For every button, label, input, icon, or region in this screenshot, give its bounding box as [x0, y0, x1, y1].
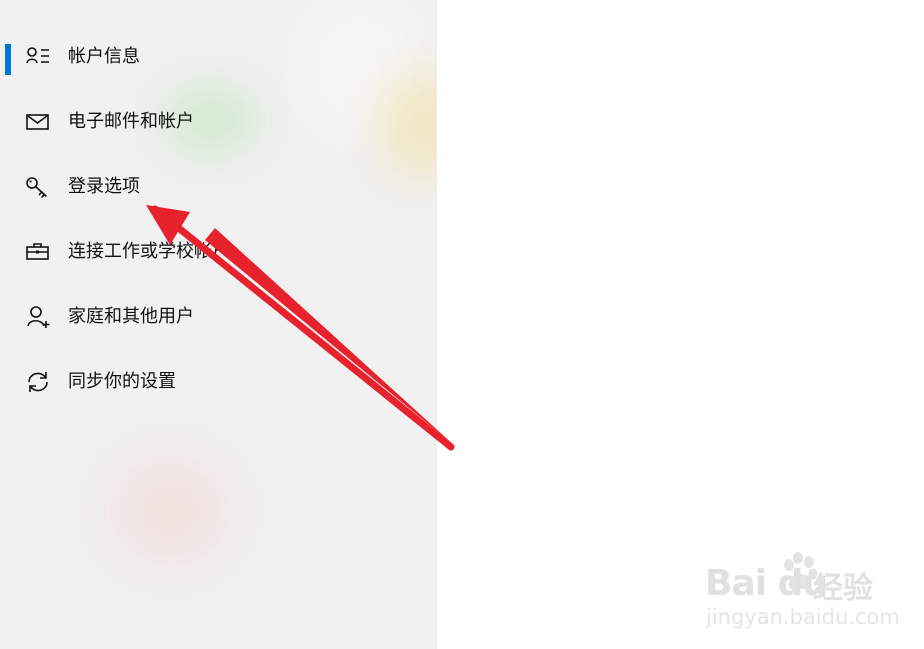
sidebar-item-label: 登录选项: [68, 176, 140, 197]
settings-window: 帐户信息 电子邮件和帐户 登录选项 连接工作或学校帐户 家庭和其他用户 同步你的…: [0, 0, 924, 649]
sidebar-item-label: 家庭和其他用户: [68, 306, 194, 327]
sidebar-item-label: 电子邮件和帐户: [68, 111, 194, 132]
sidebar-item-sign-in-options[interactable]: 登录选项: [0, 163, 436, 211]
sidebar-item-account-info[interactable]: 帐户信息: [0, 33, 436, 81]
add-user-icon: [24, 304, 52, 330]
sidebar-item-family-users[interactable]: 家庭和其他用户: [0, 293, 436, 341]
sidebar-item-work-school[interactable]: 连接工作或学校帐户: [0, 228, 436, 276]
sidebar-item-sync-settings[interactable]: 同步你的设置: [0, 358, 436, 406]
sidebar-item-label: 帐户信息: [68, 46, 140, 67]
sidebar-item-label: 同步你的设置: [68, 371, 176, 392]
sync-icon: [24, 369, 52, 395]
watermark-domain-text: jingyan.baidu.com: [706, 605, 900, 629]
sidebar-item-label: 连接工作或学校帐户: [68, 241, 230, 262]
account-info-icon: [24, 44, 52, 70]
settings-sidebar: 帐户信息 电子邮件和帐户 登录选项 连接工作或学校帐户 家庭和其他用户 同步你的…: [0, 0, 437, 649]
watermark-experience-text: 经验: [813, 571, 873, 606]
mail-icon: [24, 109, 52, 135]
sidebar-background-pink-blur: [110, 455, 230, 565]
baidu-experience-watermark: Bai du 经验 jingyan.baidu.com: [705, 545, 900, 635]
key-icon: [24, 174, 52, 200]
briefcase-icon: [24, 239, 52, 265]
sidebar-item-email-accounts[interactable]: 电子邮件和帐户: [0, 98, 436, 146]
watermark-baidu-text: Bai du: [705, 563, 828, 604]
